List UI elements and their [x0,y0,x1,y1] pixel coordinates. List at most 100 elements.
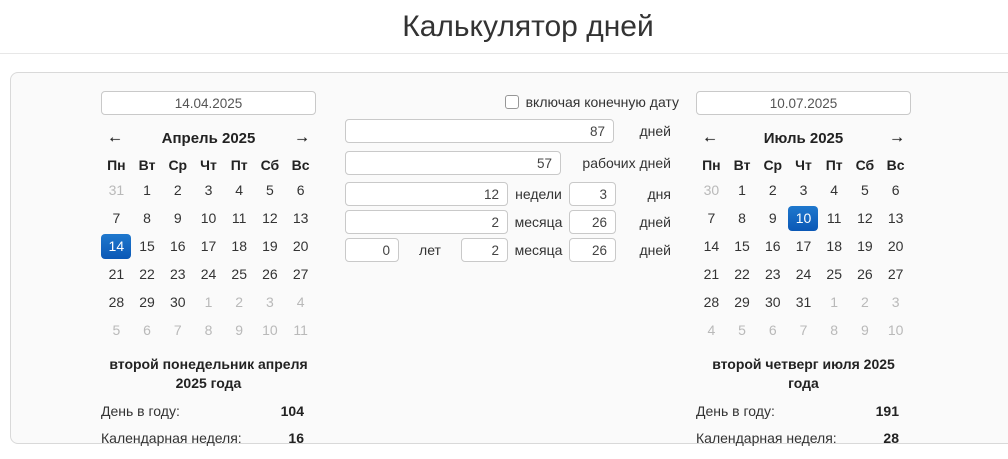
include-end-date-checkbox[interactable] [504,95,519,109]
day-cell[interactable]: 18 [819,232,850,260]
day-cell-selected[interactable]: 10 [788,205,819,231]
day-cell[interactable]: 1 [819,288,850,316]
day-cell[interactable]: 25 [224,260,255,288]
day-cell[interactable]: 17 [788,232,819,260]
day-cell[interactable]: 30 [757,288,788,316]
months-days-input[interactable] [569,210,616,234]
day-cell[interactable]: 1 [727,176,758,204]
workdays-input[interactable] [345,151,561,175]
day-cell[interactable]: 16 [162,232,193,260]
day-cell[interactable]: 4 [285,288,316,316]
day-cell[interactable]: 9 [162,204,193,232]
day-cell[interactable]: 8 [193,316,224,344]
day-cell[interactable]: 30 [162,288,193,316]
day-cell[interactable]: 21 [101,260,132,288]
prev-month-icon[interactable]: ← [107,128,123,148]
end-date-input[interactable] [696,91,911,115]
day-cell[interactable]: 28 [101,288,132,316]
day-cell[interactable]: 18 [224,232,255,260]
day-cell[interactable]: 4 [224,176,255,204]
weeks-days-input[interactable] [569,182,616,206]
day-cell[interactable]: 23 [162,260,193,288]
day-cell[interactable]: 7 [696,204,727,232]
weeks-input[interactable] [345,182,508,206]
day-cell[interactable]: 2 [224,288,255,316]
day-cell[interactable]: 4 [696,316,727,344]
day-cell-selected[interactable]: 14 [101,233,132,259]
day-cell[interactable]: 27 [285,260,316,288]
day-cell[interactable]: 29 [132,288,163,316]
years-input[interactable] [345,238,399,262]
day-cell[interactable]: 15 [727,232,758,260]
day-cell[interactable]: 19 [850,232,881,260]
day-cell[interactable]: 27 [880,260,911,288]
day-cell[interactable]: 9 [224,316,255,344]
day-cell[interactable]: 8 [819,316,850,344]
day-cell[interactable]: 10 [880,316,911,344]
day-cell[interactable]: 25 [819,260,850,288]
day-cell[interactable]: 5 [727,316,758,344]
day-cell[interactable]: 31 [101,176,132,204]
day-cell[interactable]: 26 [850,260,881,288]
day-cell[interactable]: 5 [255,176,286,204]
start-date-input[interactable] [101,91,316,115]
day-cell[interactable]: 13 [880,204,911,232]
day-cell[interactable]: 19 [255,232,286,260]
months-input[interactable] [345,210,508,234]
day-cell[interactable]: 10 [193,204,224,232]
day-cell[interactable]: 2 [162,176,193,204]
next-month-icon[interactable]: → [889,128,905,148]
day-cell[interactable]: 7 [788,316,819,344]
day-cell[interactable]: 24 [788,260,819,288]
day-cell[interactable]: 8 [132,204,163,232]
day-cell[interactable]: 20 [880,232,911,260]
day-cell[interactable]: 8 [727,204,758,232]
years-months-input[interactable] [461,238,508,262]
day-cell[interactable]: 29 [727,288,758,316]
day-cell[interactable]: 3 [255,288,286,316]
day-cell[interactable]: 22 [727,260,758,288]
day-cell[interactable]: 22 [132,260,163,288]
day-cell[interactable]: 3 [193,176,224,204]
day-cell[interactable]: 4 [819,176,850,204]
day-cell[interactable]: 24 [193,260,224,288]
day-cell[interactable]: 11 [224,204,255,232]
day-cell[interactable]: 1 [193,288,224,316]
day-cell[interactable]: 6 [757,316,788,344]
day-cell[interactable]: 10 [255,316,286,344]
day-cell[interactable]: 23 [757,260,788,288]
years-days-input[interactable] [569,238,616,262]
prev-month-icon[interactable]: ← [702,128,718,148]
day-cell[interactable]: 13 [285,204,316,232]
day-cell[interactable]: 16 [757,232,788,260]
day-cell[interactable]: 15 [132,232,163,260]
day-cell[interactable]: 12 [255,204,286,232]
day-cell[interactable]: 20 [285,232,316,260]
day-cell[interactable]: 26 [255,260,286,288]
day-cell[interactable]: 9 [850,316,881,344]
day-cell[interactable]: 3 [880,288,911,316]
day-cell[interactable]: 30 [696,176,727,204]
day-cell[interactable]: 3 [788,176,819,204]
days-input[interactable] [345,119,614,143]
day-cell[interactable]: 2 [850,288,881,316]
day-cell[interactable]: 9 [757,204,788,232]
day-cell[interactable]: 31 [788,288,819,316]
day-cell[interactable]: 28 [696,288,727,316]
day-cell[interactable]: 5 [101,316,132,344]
day-cell[interactable]: 6 [285,176,316,204]
day-cell[interactable]: 6 [880,176,911,204]
day-cell[interactable]: 2 [757,176,788,204]
next-month-icon[interactable]: → [294,128,310,148]
day-cell[interactable]: 6 [132,316,163,344]
day-cell[interactable]: 11 [285,316,316,344]
day-cell[interactable]: 11 [819,204,850,232]
day-cell[interactable]: 1 [132,176,163,204]
day-cell[interactable]: 14 [696,232,727,260]
day-cell[interactable]: 5 [850,176,881,204]
day-cell[interactable]: 12 [850,204,881,232]
day-cell[interactable]: 7 [101,204,132,232]
day-cell[interactable]: 21 [696,260,727,288]
day-cell[interactable]: 17 [193,232,224,260]
day-cell[interactable]: 7 [162,316,193,344]
